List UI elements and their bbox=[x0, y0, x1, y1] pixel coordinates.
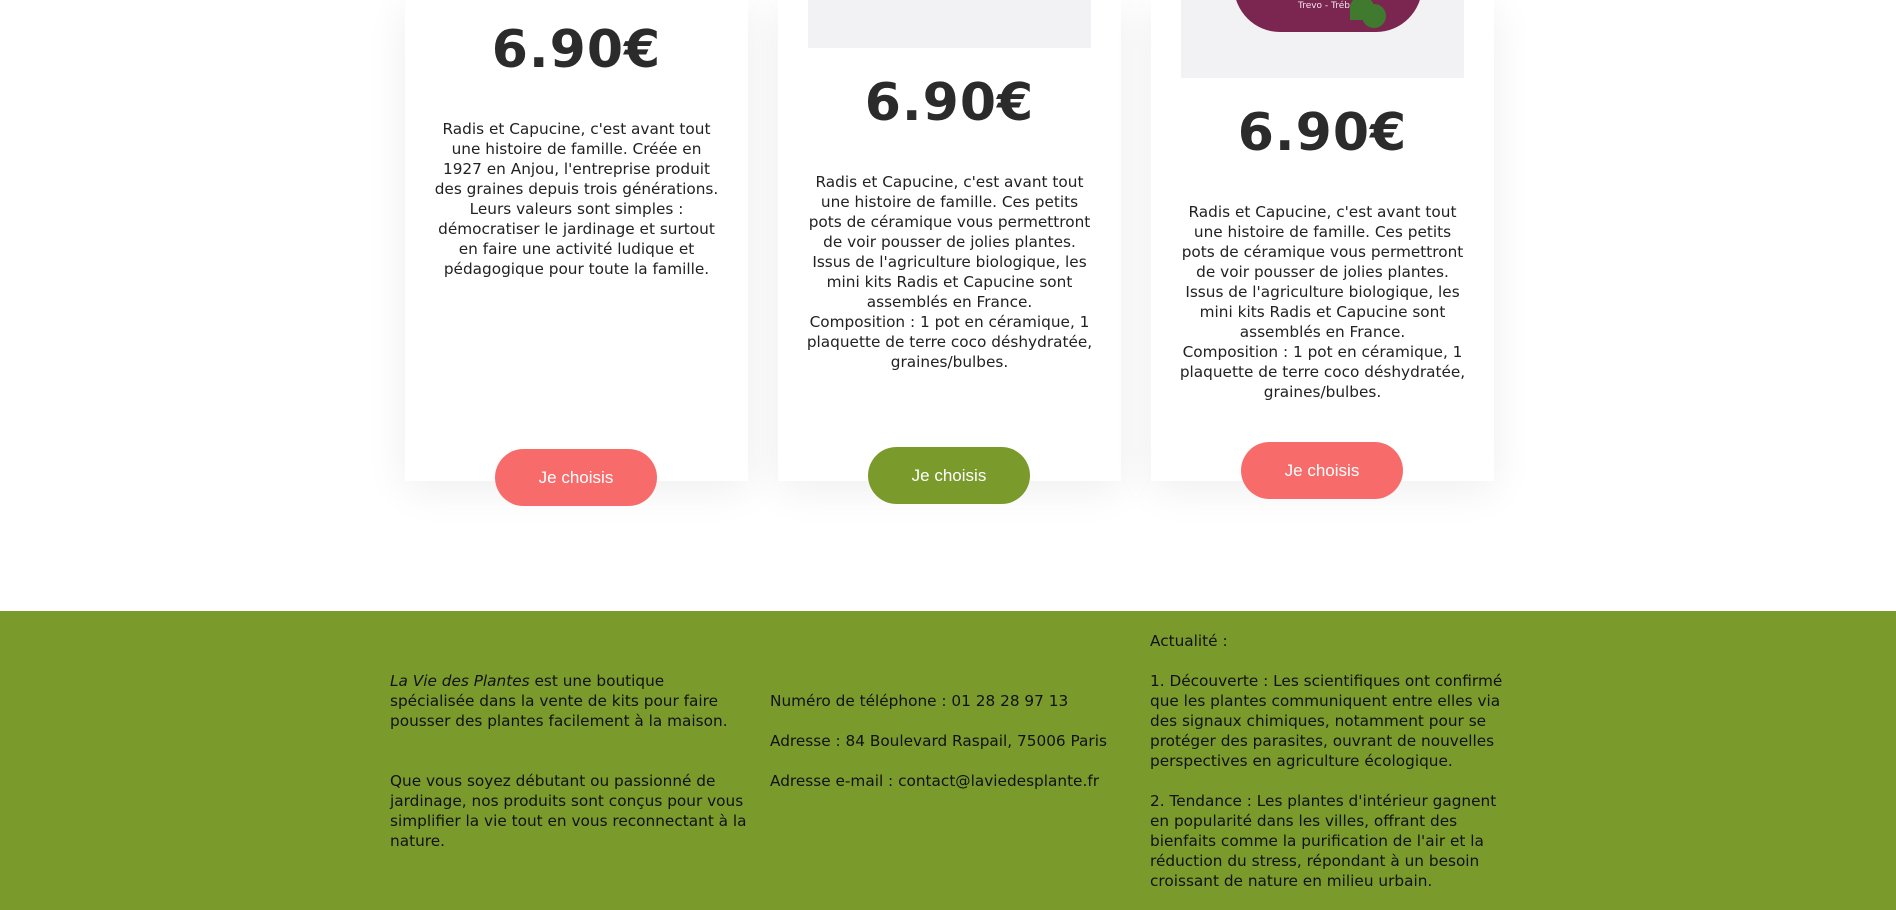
ceramic-pot-image: Kleeblatt - Quadrifoglio Trevo - Trébol bbox=[1234, 0, 1422, 32]
product-price: 6.90€ bbox=[864, 73, 1035, 133]
product-card-1: 6.90€ Radis et Capucine, c'est avant tou… bbox=[405, 0, 748, 481]
contact-address: Adresse : 84 Boulevard Raspail, 75006 Pa… bbox=[770, 732, 1107, 750]
product-card-3: Kleeblatt - Quadrifoglio Trevo - Trébol … bbox=[1151, 0, 1494, 481]
product-price: 6.90€ bbox=[1237, 103, 1408, 163]
product-card-2: 6.90€ Radis et Capucine, c'est avant tou… bbox=[778, 0, 1121, 481]
product-description: Radis et Capucine, c'est avant tout une … bbox=[434, 120, 719, 278]
site-footer: La Vie des Plantes est une boutique spéc… bbox=[0, 611, 1896, 910]
product-price: 6.90€ bbox=[491, 20, 662, 80]
contact-email: Adresse e-mail : contact@laviedesplante.… bbox=[770, 772, 1100, 790]
product-image bbox=[808, 0, 1091, 48]
news-item: 2. Tendance : Les plantes d'intérieur ga… bbox=[1150, 792, 1497, 890]
contact-phone: Numéro de téléphone : 01 28 28 97 13 bbox=[770, 692, 1069, 710]
footer-about: La Vie des Plantes est une boutique spéc… bbox=[390, 671, 750, 851]
news-item: 1. Découverte : Les scientifiques ont co… bbox=[1150, 672, 1503, 770]
product-description: Radis et Capucine, c'est avant tout une … bbox=[1179, 203, 1466, 401]
choose-button[interactable]: Je choisis bbox=[1241, 442, 1403, 499]
footer-news: Actualité : 1. Découverte : Les scientif… bbox=[1150, 631, 1512, 891]
brand-name: La Vie des Plantes bbox=[390, 672, 530, 690]
footer-contact: Numéro de téléphone : 01 28 28 97 13 Adr… bbox=[770, 691, 1130, 791]
product-image: Kleeblatt - Quadrifoglio Trevo - Trébol bbox=[1181, 0, 1464, 78]
choose-button[interactable]: Je choisis bbox=[868, 447, 1030, 504]
about-second: Que vous soyez débutant ou passionné de … bbox=[390, 772, 747, 850]
product-description: Radis et Capucine, c'est avant tout une … bbox=[806, 173, 1093, 371]
choose-button[interactable]: Je choisis bbox=[495, 449, 657, 506]
clover-leaf-icon bbox=[1362, 4, 1386, 28]
news-heading: Actualité : bbox=[1150, 632, 1228, 650]
about-intro: La Vie des Plantes est une boutique spéc… bbox=[390, 671, 750, 731]
